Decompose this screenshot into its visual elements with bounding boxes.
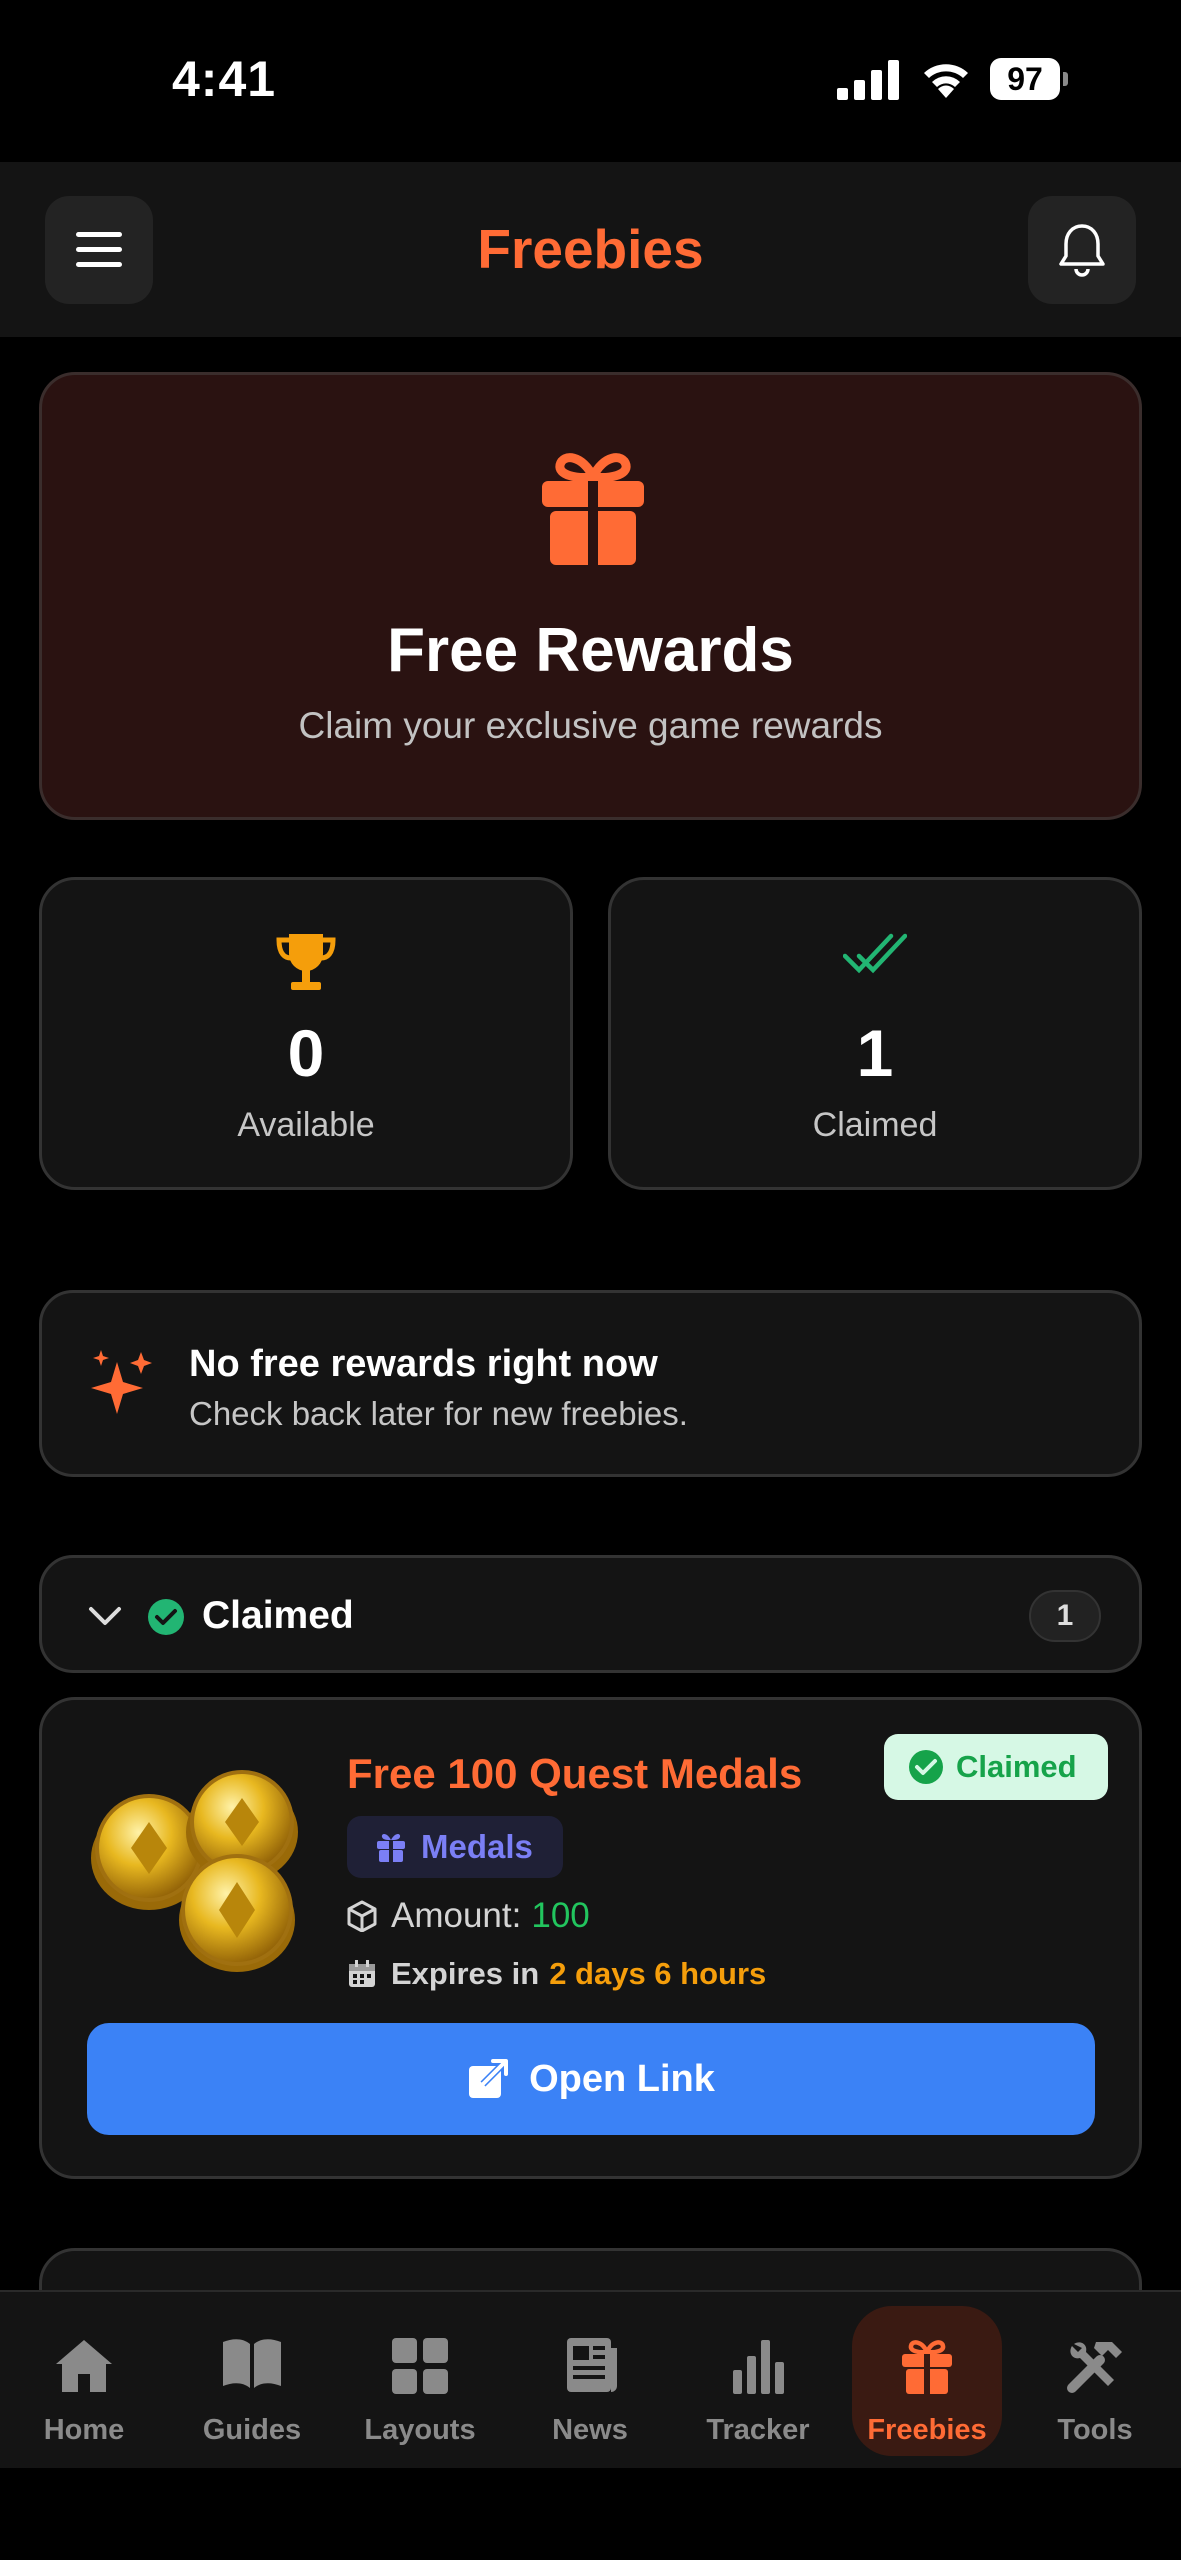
available-stat-card: 0 Available bbox=[39, 877, 573, 1190]
category-label: Medals bbox=[421, 1828, 533, 1865]
sparkles-icon bbox=[91, 1350, 152, 1414]
battery-icon: 97 bbox=[990, 58, 1068, 100]
grid-icon bbox=[392, 2338, 448, 2394]
app-header: Freebies bbox=[0, 162, 1181, 337]
wifi-icon bbox=[924, 64, 968, 98]
bottom-tab-bar: Home Guides Layouts News Tracker Freebie… bbox=[0, 2290, 1181, 2468]
signal-icon bbox=[837, 60, 899, 100]
expires-label: Expires in bbox=[391, 1956, 540, 1991]
home-indicator-area bbox=[0, 2468, 1181, 2560]
book-icon bbox=[223, 2339, 281, 2388]
trophy-icon bbox=[276, 934, 336, 990]
open-link-label: Open Link bbox=[529, 2057, 715, 2100]
claimed-section-toggle[interactable]: Claimed 1 bbox=[39, 1555, 1142, 1673]
tab-guides[interactable]: Guides bbox=[177, 2306, 327, 2456]
tab-home[interactable]: Home bbox=[9, 2306, 159, 2456]
notice-subtitle: Check back later for new freebies. bbox=[189, 1395, 688, 1432]
tab-label: News bbox=[552, 2414, 628, 2446]
hero-title: Free Rewards bbox=[387, 616, 794, 685]
tab-tools[interactable]: Tools bbox=[1020, 2306, 1170, 2456]
category-tag: Medals bbox=[347, 1816, 563, 1878]
status-bar: 4:41 97 bbox=[0, 0, 1181, 160]
hero-banner: Free Rewards Claim your exclusive game r… bbox=[39, 372, 1142, 820]
reward-expiry: Expires in 2 days 6 hours bbox=[347, 1956, 766, 1992]
newspaper-icon bbox=[567, 2338, 617, 2392]
battery-level: 97 bbox=[990, 58, 1060, 100]
tab-freebies[interactable]: Freebies bbox=[852, 2306, 1002, 2456]
chevron-down-icon bbox=[89, 1607, 121, 1625]
claimed-label: Claimed bbox=[812, 1106, 938, 1144]
external-link-icon bbox=[469, 2059, 509, 2098]
check-circle-icon bbox=[909, 1750, 943, 1784]
expires-value: 2 days 6 hours bbox=[549, 1956, 767, 1991]
medals-image bbox=[91, 1770, 298, 1972]
empty-rewards-notice: No free rewards right now Check back lat… bbox=[39, 1290, 1142, 1477]
available-label: Available bbox=[237, 1106, 375, 1144]
tools-icon bbox=[1067, 2342, 1122, 2393]
tab-label: Layouts bbox=[364, 2414, 476, 2446]
hero-subtitle: Claim your exclusive game rewards bbox=[298, 705, 883, 746]
tab-label: Tools bbox=[1057, 2414, 1133, 2446]
gift-icon bbox=[902, 2340, 952, 2394]
claimed-count: 1 bbox=[856, 1016, 894, 1090]
notifications-button[interactable] bbox=[1028, 196, 1136, 304]
reward-title: Free 100 Quest Medals bbox=[347, 1750, 803, 1797]
status-text: Claimed bbox=[956, 1749, 1077, 1784]
box-icon bbox=[347, 1900, 377, 1932]
claimed-stat-card: 1 Claimed bbox=[608, 877, 1142, 1190]
tab-label: Home bbox=[43, 2414, 125, 2446]
gift-icon bbox=[542, 453, 644, 565]
bell-icon bbox=[1059, 224, 1105, 277]
tab-tracker[interactable]: Tracker bbox=[683, 2306, 833, 2456]
tab-label: Tracker bbox=[706, 2414, 810, 2446]
double-check-icon bbox=[843, 933, 907, 974]
section-count-badge: 1 bbox=[1029, 1590, 1101, 1642]
tab-layouts[interactable]: Layouts bbox=[345, 2306, 495, 2456]
calendar-icon bbox=[349, 1960, 375, 1987]
reward-card: Free 100 Quest Medals Claimed Medals Amo… bbox=[39, 1697, 1142, 2179]
page-title: Freebies bbox=[477, 218, 704, 280]
tab-news[interactable]: News bbox=[515, 2306, 665, 2456]
tab-label: Guides bbox=[202, 2414, 302, 2446]
open-link-button[interactable]: Open Link bbox=[87, 2023, 1095, 2135]
gift-icon bbox=[377, 1833, 405, 1862]
home-icon bbox=[56, 2340, 112, 2392]
section-title: Claimed bbox=[202, 1594, 354, 1637]
claimed-status-badge: Claimed bbox=[884, 1734, 1108, 1800]
bar-chart-icon bbox=[733, 2340, 784, 2394]
available-count: 0 bbox=[287, 1016, 325, 1090]
notice-title: No free rewards right now bbox=[189, 1343, 658, 1385]
check-circle-icon bbox=[148, 1599, 184, 1635]
tab-label: Freebies bbox=[867, 2414, 987, 2446]
amount-label: Amount: bbox=[391, 1896, 522, 1935]
amount-value: 100 bbox=[531, 1896, 590, 1935]
reward-amount: Amount: 100 bbox=[347, 1896, 590, 1936]
status-time: 4:41 bbox=[172, 51, 277, 107]
